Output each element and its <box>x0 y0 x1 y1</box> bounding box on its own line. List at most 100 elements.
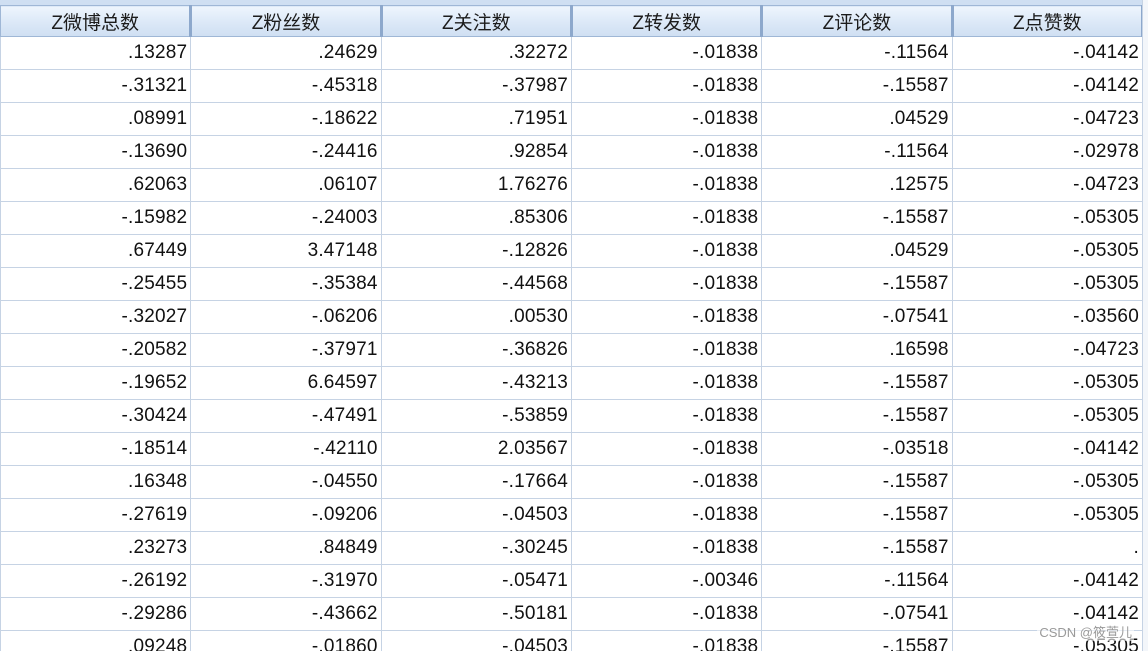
table-cell[interactable]: -.15587 <box>761 465 953 499</box>
table-cell[interactable]: -.04142 <box>951 432 1143 466</box>
table-cell[interactable]: .08991 <box>0 102 192 136</box>
table-cell[interactable]: -.01838 <box>570 432 763 466</box>
table-cell[interactable]: .62063 <box>0 168 192 202</box>
table-cell[interactable]: -.44568 <box>380 267 572 301</box>
table-cell[interactable]: -.09206 <box>190 498 382 532</box>
table-cell[interactable]: -.35384 <box>190 267 382 301</box>
table-cell[interactable]: .71951 <box>380 102 572 136</box>
table-cell[interactable]: -.00346 <box>570 564 763 598</box>
table-cell[interactable]: -.04142 <box>951 36 1143 70</box>
table-cell[interactable]: .09248 <box>0 630 192 651</box>
table-cell[interactable]: -.32027 <box>0 300 192 334</box>
table-cell[interactable]: -.05305 <box>951 234 1143 268</box>
table-cell[interactable]: -.01860 <box>190 630 382 651</box>
table-cell[interactable]: -.01838 <box>570 333 763 367</box>
table-cell[interactable]: -.01838 <box>570 36 763 70</box>
table-cell[interactable]: -.01838 <box>570 135 763 169</box>
table-cell[interactable]: -.01838 <box>570 597 763 631</box>
table-cell[interactable]: -.26192 <box>0 564 192 598</box>
table-cell[interactable]: -.04503 <box>380 630 572 651</box>
table-cell[interactable]: -.15587 <box>761 630 953 651</box>
table-cell[interactable]: -.17664 <box>380 465 572 499</box>
table-cell[interactable]: 1.76276 <box>380 168 572 202</box>
table-cell[interactable]: .16598 <box>761 333 953 367</box>
table-cell[interactable]: -.03560 <box>951 300 1143 334</box>
column-header[interactable]: Z转发数 <box>570 5 764 37</box>
column-header[interactable]: Z微博总数 <box>0 5 193 37</box>
table-cell[interactable]: -.43662 <box>190 597 382 631</box>
table-cell[interactable]: -.05471 <box>380 564 572 598</box>
table-cell[interactable]: -.37971 <box>190 333 382 367</box>
table-cell[interactable]: .00530 <box>380 300 572 334</box>
table-cell[interactable]: -.15587 <box>761 201 953 235</box>
table-cell[interactable]: -.04550 <box>190 465 382 499</box>
table-cell[interactable]: 6.64597 <box>190 366 382 400</box>
table-cell[interactable]: -.01838 <box>570 399 763 433</box>
table-cell[interactable]: -.07541 <box>761 597 953 631</box>
table-cell[interactable]: -.30245 <box>380 531 572 565</box>
table-cell[interactable]: -.11564 <box>761 36 953 70</box>
table-cell[interactable]: -.20582 <box>0 333 192 367</box>
table-cell[interactable]: -.01838 <box>570 531 763 565</box>
table-cell[interactable]: .92854 <box>380 135 572 169</box>
table-cell[interactable]: -.31321 <box>0 69 192 103</box>
column-header[interactable]: Z关注数 <box>380 5 573 37</box>
table-cell[interactable]: -.07541 <box>761 300 953 334</box>
table-cell[interactable]: -.24003 <box>190 201 382 235</box>
table-cell[interactable]: -.01838 <box>570 300 763 334</box>
column-header[interactable]: Z评论数 <box>761 5 954 37</box>
table-cell[interactable]: -.11564 <box>761 135 953 169</box>
table-cell[interactable]: -.05305 <box>951 267 1143 301</box>
table-cell[interactable]: -.01838 <box>570 69 763 103</box>
table-cell[interactable]: -.18622 <box>190 102 382 136</box>
table-cell[interactable]: .67449 <box>0 234 192 268</box>
table-cell[interactable]: .24629 <box>190 36 382 70</box>
table-cell[interactable]: -.42110 <box>190 432 382 466</box>
table-cell[interactable]: -.01838 <box>570 465 763 499</box>
table-cell[interactable]: -.19652 <box>0 366 192 400</box>
table-cell[interactable]: -.04142 <box>951 69 1143 103</box>
table-cell[interactable]: .04529 <box>761 234 953 268</box>
table-cell[interactable]: -.53859 <box>380 399 572 433</box>
table-cell[interactable]: .12575 <box>761 168 953 202</box>
table-cell[interactable]: -.01838 <box>570 168 763 202</box>
table-cell[interactable]: -.15587 <box>761 531 953 565</box>
table-cell[interactable]: -.13690 <box>0 135 192 169</box>
table-cell[interactable]: -.15587 <box>761 399 953 433</box>
table-cell[interactable]: .84849 <box>190 531 382 565</box>
table-cell[interactable]: -.29286 <box>0 597 192 631</box>
table-cell[interactable]: -.50181 <box>380 597 572 631</box>
table-cell[interactable]: -.43213 <box>380 366 572 400</box>
table-cell[interactable]: -.36826 <box>380 333 572 367</box>
table-cell[interactable]: -.15587 <box>761 366 953 400</box>
column-header[interactable]: Z粉丝数 <box>190 5 383 37</box>
table-cell[interactable]: -.15982 <box>0 201 192 235</box>
table-cell[interactable]: .13287 <box>0 36 192 70</box>
table-cell[interactable]: .32272 <box>380 36 572 70</box>
table-cell[interactable]: -.05305 <box>951 201 1143 235</box>
table-cell[interactable]: -.03518 <box>761 432 953 466</box>
table-cell[interactable]: -.01838 <box>570 102 763 136</box>
table-cell[interactable]: -.11564 <box>761 564 953 598</box>
table-cell[interactable]: -.04723 <box>951 102 1143 136</box>
vertical-scrollbar-edge[interactable] <box>1142 0 1148 651</box>
table-cell[interactable]: -.01838 <box>570 366 763 400</box>
table-cell[interactable]: -.45318 <box>190 69 382 103</box>
table-cell[interactable]: -.04503 <box>380 498 572 532</box>
table-cell[interactable]: -.05305 <box>951 399 1143 433</box>
table-cell[interactable]: -.27619 <box>0 498 192 532</box>
table-cell[interactable]: -.04142 <box>951 564 1143 598</box>
table-cell[interactable]: . <box>951 531 1143 565</box>
table-cell[interactable]: .06107 <box>190 168 382 202</box>
table-cell[interactable]: -.01838 <box>570 267 763 301</box>
table-cell[interactable]: -.15587 <box>761 69 953 103</box>
table-cell[interactable]: -.24416 <box>190 135 382 169</box>
table-cell[interactable]: 3.47148 <box>190 234 382 268</box>
table-cell[interactable]: -.37987 <box>380 69 572 103</box>
table-cell[interactable]: -.01838 <box>570 498 763 532</box>
table-cell[interactable]: -.01838 <box>570 630 763 651</box>
table-cell[interactable]: -.01838 <box>570 234 763 268</box>
table-cell[interactable]: -.04723 <box>951 333 1143 367</box>
table-cell[interactable]: -.12826 <box>380 234 572 268</box>
table-cell[interactable]: .23273 <box>0 531 192 565</box>
